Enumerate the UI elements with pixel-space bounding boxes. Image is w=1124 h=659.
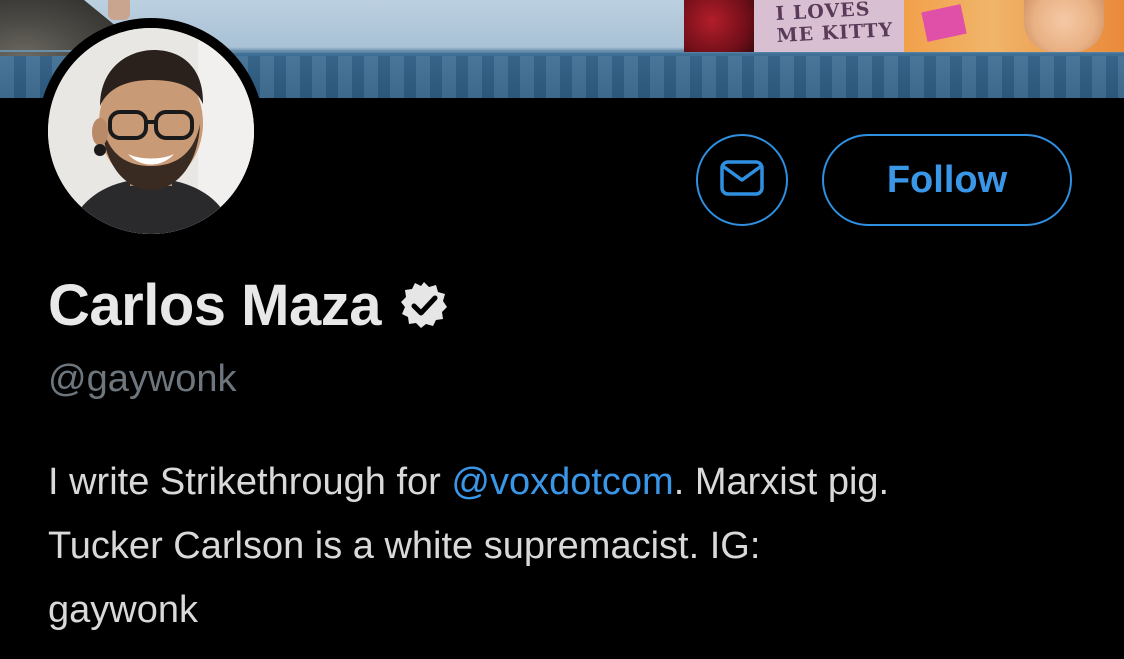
banner-red-sequin xyxy=(684,0,754,52)
display-name: Carlos Maza xyxy=(48,272,381,338)
avatar-photo xyxy=(48,28,254,234)
bio-line-3: gaywonk xyxy=(48,589,198,631)
name-row: Carlos Maza xyxy=(48,270,449,340)
banner-shirt-text: I LOVES ME KITTY xyxy=(774,0,894,48)
message-button[interactable] xyxy=(696,134,788,226)
banner-figure xyxy=(108,0,130,20)
verified-badge-icon xyxy=(399,280,449,330)
banner-face xyxy=(1024,0,1104,52)
profile-page: I LOVES ME KITTY Follow Carlos Maza @gay… xyxy=(0,0,1124,659)
avatar[interactable] xyxy=(48,28,254,234)
bio-line-1: I write Strikethrough for @voxdotcom. Ma… xyxy=(48,450,1108,514)
envelope-icon xyxy=(719,159,765,202)
bio-text: I write Strikethrough for xyxy=(48,461,452,503)
bio-line-2: Tucker Carlson is a white supremacist. I… xyxy=(48,525,761,567)
profile-bio: I write Strikethrough for @voxdotcom. Ma… xyxy=(48,450,1108,642)
bio-text: . Marxist pig. xyxy=(673,461,890,503)
banner-collage: I LOVES ME KITTY xyxy=(684,0,1124,52)
user-handle: @gaywonk xyxy=(48,358,237,400)
bio-mention-link[interactable]: @voxdotcom xyxy=(451,461,673,503)
follow-button[interactable]: Follow xyxy=(822,134,1072,226)
